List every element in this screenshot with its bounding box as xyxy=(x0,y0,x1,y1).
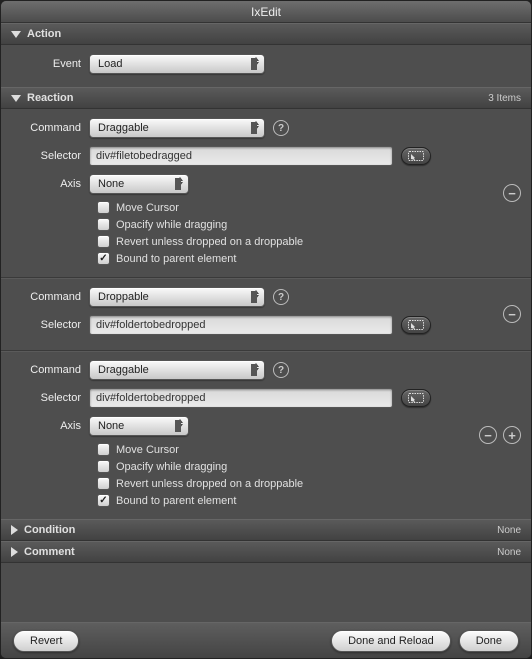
help-icon[interactable]: ? xyxy=(273,289,289,305)
axis-select[interactable]: None xyxy=(89,416,189,436)
checkbox[interactable] xyxy=(97,201,110,214)
done-reload-button[interactable]: Done and Reload xyxy=(331,630,451,652)
help-icon[interactable]: ? xyxy=(273,362,289,378)
checkbox[interactable] xyxy=(97,477,110,490)
selector-input[interactable] xyxy=(89,388,393,408)
selector-input[interactable] xyxy=(89,146,393,166)
checkbox-label: Revert unless dropped on a droppable xyxy=(116,478,303,490)
remove-button[interactable]: − xyxy=(479,426,497,444)
checkbox-label: Move Cursor xyxy=(116,444,179,456)
comment-header[interactable]: Comment None xyxy=(1,541,531,563)
selector-label: Selector xyxy=(11,392,89,404)
checkbox[interactable] xyxy=(97,494,110,507)
footer: Revert Done and Reload Done xyxy=(1,622,531,658)
remove-button[interactable]: − xyxy=(503,305,521,323)
selector-label: Selector xyxy=(11,150,89,162)
axis-label: Axis xyxy=(11,420,89,432)
section-title: Condition xyxy=(24,524,75,536)
checkbox[interactable] xyxy=(97,235,110,248)
element-picker-button[interactable] xyxy=(401,147,431,165)
reaction-header[interactable]: Reaction 3 Items xyxy=(1,87,531,109)
command-label: Command xyxy=(11,291,89,303)
condition-header[interactable]: Condition None xyxy=(1,519,531,541)
selector-label: Selector xyxy=(11,319,89,331)
checkbox[interactable] xyxy=(97,460,110,473)
disclosure-right-icon xyxy=(11,547,18,557)
revert-button[interactable]: Revert xyxy=(13,630,79,652)
checkbox[interactable] xyxy=(97,443,110,456)
remove-button[interactable]: − xyxy=(503,184,521,202)
section-title: Action xyxy=(27,28,61,40)
action-body: Event Load xyxy=(1,45,531,87)
section-title: Comment xyxy=(24,546,75,558)
condition-value: None xyxy=(497,525,521,536)
checkbox-label: Opacify while dragging xyxy=(116,219,227,231)
help-icon[interactable]: ? xyxy=(273,120,289,136)
command-select[interactable]: Droppable xyxy=(89,287,265,307)
reaction-item: Command Droppable ? Selector − xyxy=(1,277,531,350)
window-title: IxEdit xyxy=(1,1,531,23)
checkbox[interactable] xyxy=(97,218,110,231)
element-picker-button[interactable] xyxy=(401,389,431,407)
reaction-item: Command Draggable ? Selector Axis None xyxy=(1,350,531,519)
element-picker-button[interactable] xyxy=(401,316,431,334)
checkbox-label: Revert unless dropped on a droppable xyxy=(116,236,303,248)
checkbox-label: Opacify while dragging xyxy=(116,461,227,473)
event-label: Event xyxy=(11,58,89,70)
checkbox-label: Bound to parent element xyxy=(116,253,236,265)
done-button[interactable]: Done xyxy=(459,630,519,652)
reaction-body: Command Draggable ? Selector Axis None xyxy=(1,109,531,519)
checkbox[interactable] xyxy=(97,252,110,265)
checkbox-label: Bound to parent element xyxy=(116,495,236,507)
checkbox-label: Move Cursor xyxy=(116,202,179,214)
axis-label: Axis xyxy=(11,178,89,190)
selector-input[interactable] xyxy=(89,315,393,335)
disclosure-down-icon xyxy=(11,95,21,102)
disclosure-right-icon xyxy=(11,525,18,535)
axis-select[interactable]: None xyxy=(89,174,189,194)
comment-value: None xyxy=(497,547,521,558)
command-label: Command xyxy=(11,364,89,376)
command-label: Command xyxy=(11,122,89,134)
ixedit-window: IxEdit Action Event Load Reaction 3 Item… xyxy=(0,0,532,659)
reaction-count: 3 Items xyxy=(488,93,521,104)
event-select[interactable]: Load xyxy=(89,54,265,74)
add-button[interactable]: + xyxy=(503,426,521,444)
reaction-item: Command Draggable ? Selector Axis None xyxy=(1,109,531,277)
command-select[interactable]: Draggable xyxy=(89,118,265,138)
action-header[interactable]: Action xyxy=(1,23,531,45)
command-select[interactable]: Draggable xyxy=(89,360,265,380)
section-title: Reaction xyxy=(27,92,73,104)
disclosure-down-icon xyxy=(11,31,21,38)
